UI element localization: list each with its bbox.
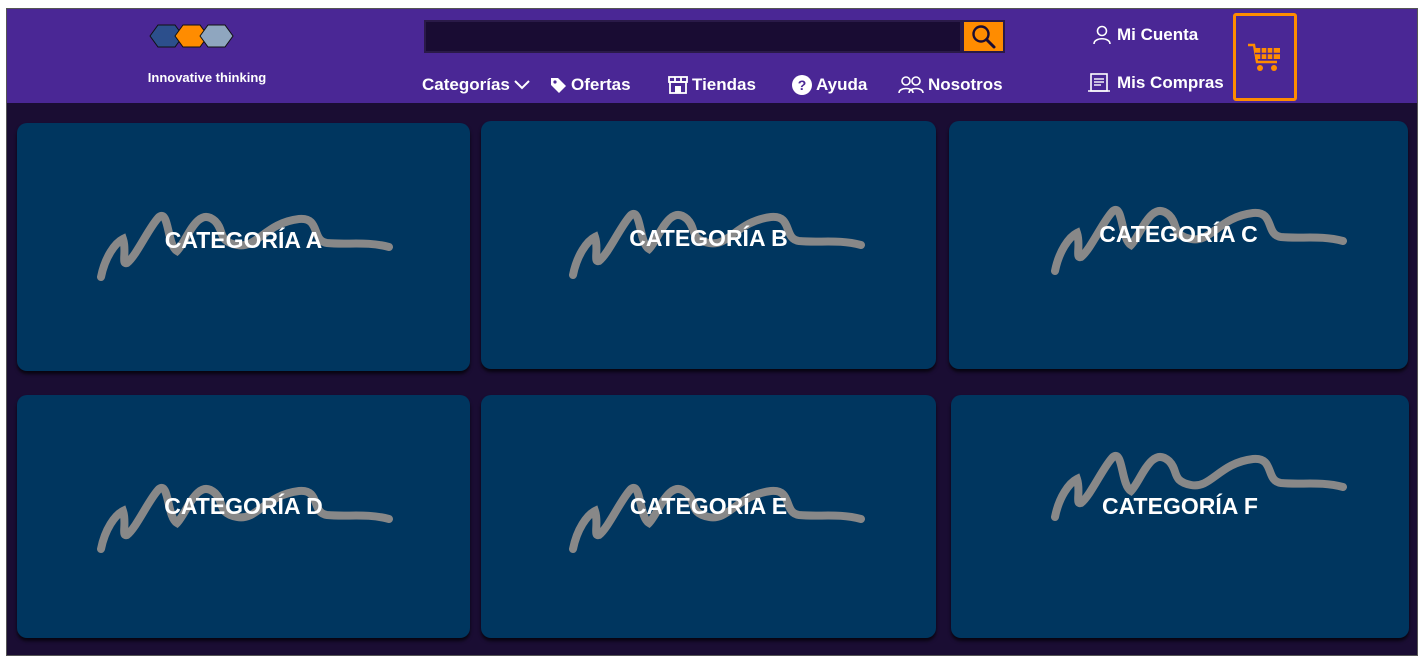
nav-tiendas-label: Tiendas <box>692 75 756 94</box>
category-label: CATEGORÍA B <box>629 225 788 251</box>
nav-tiendas[interactable]: Tiendas <box>667 72 756 98</box>
nav-categorias[interactable]: Categorías <box>422 72 531 98</box>
store-icon <box>668 76 688 94</box>
svg-text:?: ? <box>798 77 807 93</box>
app-frame: Innovative thinking Categorías Ofertas T… <box>6 8 1418 656</box>
my-account-link[interactable]: Mi Cuenta <box>1093 25 1198 45</box>
category-card-e[interactable]: CATEGORÍA E <box>481 395 936 638</box>
help-icon: ? <box>792 75 812 95</box>
nav-ayuda[interactable]: ? Ayuda <box>791 72 867 98</box>
category-label: CATEGORÍA F <box>1102 493 1258 519</box>
chevron-down-icon <box>514 80 530 90</box>
logo-hexagons-icon <box>149 24 234 48</box>
brand-logo[interactable]: Innovative thinking <box>145 21 269 87</box>
search-input[interactable] <box>424 20 962 53</box>
category-label: CATEGORÍA E <box>629 493 788 519</box>
my-purchases-label: Mis Compras <box>1117 73 1224 92</box>
nav-nosotros[interactable]: Nosotros <box>897 72 1003 98</box>
cart-icon <box>1248 43 1280 71</box>
category-card-b[interactable]: CATEGORÍA B <box>481 121 936 369</box>
search-button[interactable] <box>962 20 1005 53</box>
category-card-d[interactable]: CATEGORÍA D <box>17 395 470 638</box>
my-purchases-link[interactable]: Mis Compras <box>1087 72 1224 94</box>
nav-nosotros-label: Nosotros <box>928 75 1003 94</box>
nav-categorias-label: Categorías <box>422 75 510 94</box>
receipt-icon <box>1088 73 1110 92</box>
scribble-decoration <box>569 483 865 553</box>
nav-ofertas-label: Ofertas <box>571 75 631 94</box>
search-icon <box>971 24 995 48</box>
category-label: CATEGORÍA D <box>164 493 323 519</box>
category-label: CATEGORÍA C <box>1099 221 1258 247</box>
nav-ayuda-label: Ayuda <box>816 75 868 94</box>
users-icon <box>898 76 924 94</box>
cart-button[interactable] <box>1233 13 1297 101</box>
nav-ofertas[interactable]: Ofertas <box>548 72 631 98</box>
scribble-decoration <box>97 483 393 553</box>
category-card-a[interactable]: CATEGORÍA A <box>17 123 470 371</box>
top-header: Innovative thinking Categorías Ofertas T… <box>7 9 1417 103</box>
scribble-decoration <box>1051 451 1347 521</box>
my-account-label: Mi Cuenta <box>1117 25 1199 44</box>
category-label: CATEGORÍA A <box>164 227 323 253</box>
category-card-c[interactable]: CATEGORÍA C <box>949 121 1408 369</box>
category-card-f[interactable]: CATEGORÍA F <box>951 395 1409 638</box>
user-icon <box>1093 25 1111 45</box>
tag-icon <box>551 78 566 93</box>
brand-tagline: Innovative thinking <box>147 70 267 85</box>
